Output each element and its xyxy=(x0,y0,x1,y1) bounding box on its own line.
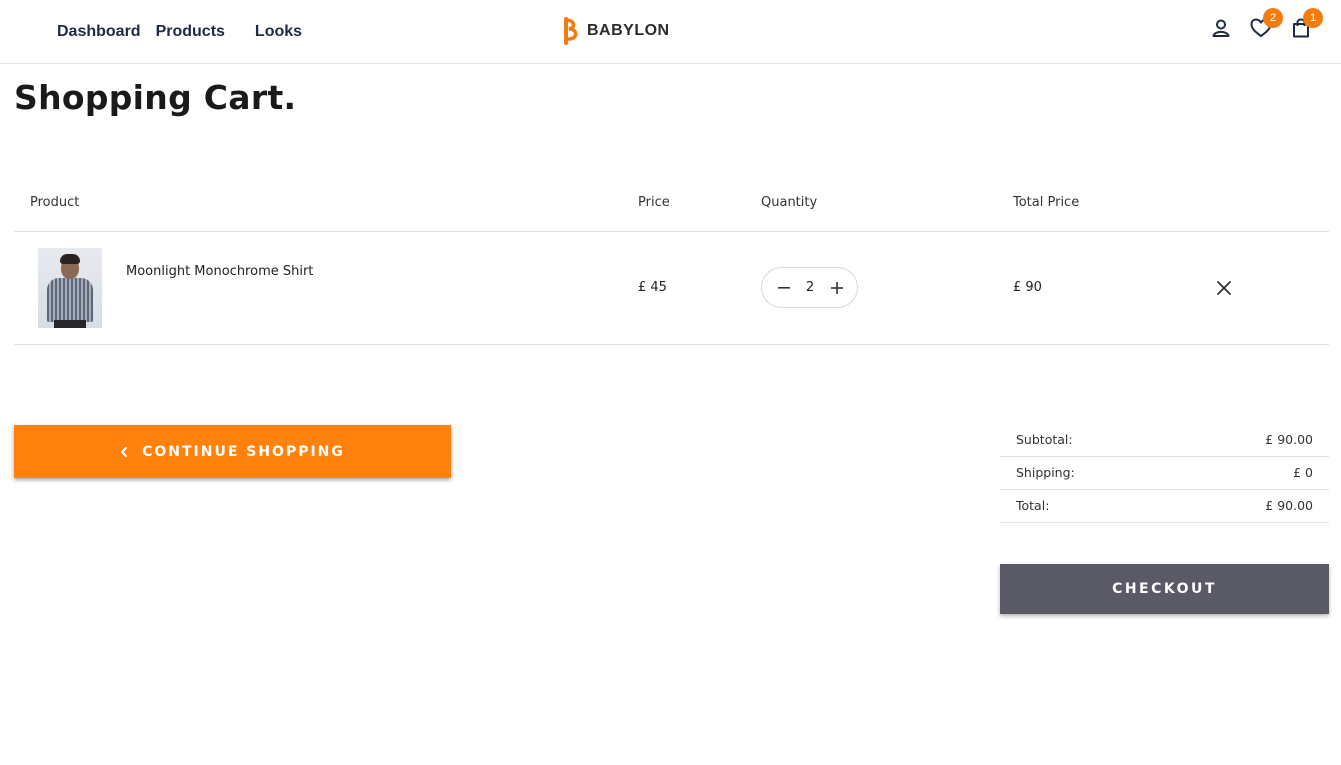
nav-looks[interactable]: Looks xyxy=(255,23,302,41)
remove-item-button[interactable] xyxy=(1215,279,1233,297)
model-pants xyxy=(54,320,86,328)
continue-shopping-label: CONTINUE SHOPPING xyxy=(142,443,345,460)
decrease-quantity-button[interactable] xyxy=(777,280,791,296)
site-header: Dashboard Products Looks BABYLON 2 1 xyxy=(0,0,1341,64)
nav-dashboard[interactable]: Dashboard xyxy=(57,23,141,41)
checkout-label: CHECKOUT xyxy=(1112,581,1217,597)
total-label: Total: xyxy=(1016,498,1050,513)
column-header-product: Product xyxy=(30,195,80,210)
minus-icon xyxy=(778,287,790,289)
total-value: £ 90.00 xyxy=(1265,498,1313,513)
column-header-quantity: Quantity xyxy=(761,195,818,210)
row-total-price: £ 90 xyxy=(1013,280,1042,295)
shirt-shape xyxy=(47,278,93,322)
quantity-stepper: 2 xyxy=(761,267,858,308)
shipping-label: Shipping: xyxy=(1016,465,1075,480)
model-hair xyxy=(60,254,80,264)
page-title: Shopping Cart. xyxy=(14,78,297,117)
account-button[interactable] xyxy=(1209,16,1233,40)
close-icon xyxy=(1217,281,1231,295)
brand-logo[interactable]: BABYLON xyxy=(563,17,670,45)
subtotal-value: £ 90.00 xyxy=(1265,432,1313,447)
wishlist-count-badge: 2 xyxy=(1263,8,1283,28)
shipping-value: £ 0 xyxy=(1293,465,1313,480)
table-divider xyxy=(14,344,1329,345)
plus-icon xyxy=(831,282,843,294)
product-thumbnail[interactable] xyxy=(38,248,102,328)
wishlist-button[interactable]: 2 xyxy=(1249,8,1283,40)
continue-shopping-button[interactable]: CONTINUE SHOPPING xyxy=(14,425,451,478)
brand-name: BABYLON xyxy=(587,22,670,39)
cart-button[interactable]: 1 xyxy=(1289,8,1323,40)
cart-count-badge: 1 xyxy=(1303,8,1323,28)
checkout-button[interactable]: CHECKOUT xyxy=(1000,564,1329,614)
increase-quantity-button[interactable] xyxy=(830,280,844,296)
product-name[interactable]: Moonlight Monochrome Shirt xyxy=(126,264,313,279)
quantity-value[interactable]: 2 xyxy=(799,280,821,295)
column-header-total: Total Price xyxy=(1013,195,1080,210)
babylon-logo-icon xyxy=(564,17,578,45)
summary-subtotal-row: Subtotal: £ 90.00 xyxy=(1000,424,1329,457)
main-nav: Dashboard Products Looks xyxy=(57,0,302,63)
subtotal-label: Subtotal: xyxy=(1016,432,1073,447)
column-header-price: Price xyxy=(638,195,670,210)
nav-products[interactable]: Products xyxy=(156,23,225,41)
summary-total-row: Total: £ 90.00 xyxy=(1000,490,1329,523)
user-icon xyxy=(1212,19,1230,37)
summary-shipping-row: Shipping: £ 0 xyxy=(1000,457,1329,490)
unit-price: £ 45 xyxy=(638,280,667,295)
chevron-left-icon xyxy=(120,446,130,458)
table-divider xyxy=(14,231,1329,232)
